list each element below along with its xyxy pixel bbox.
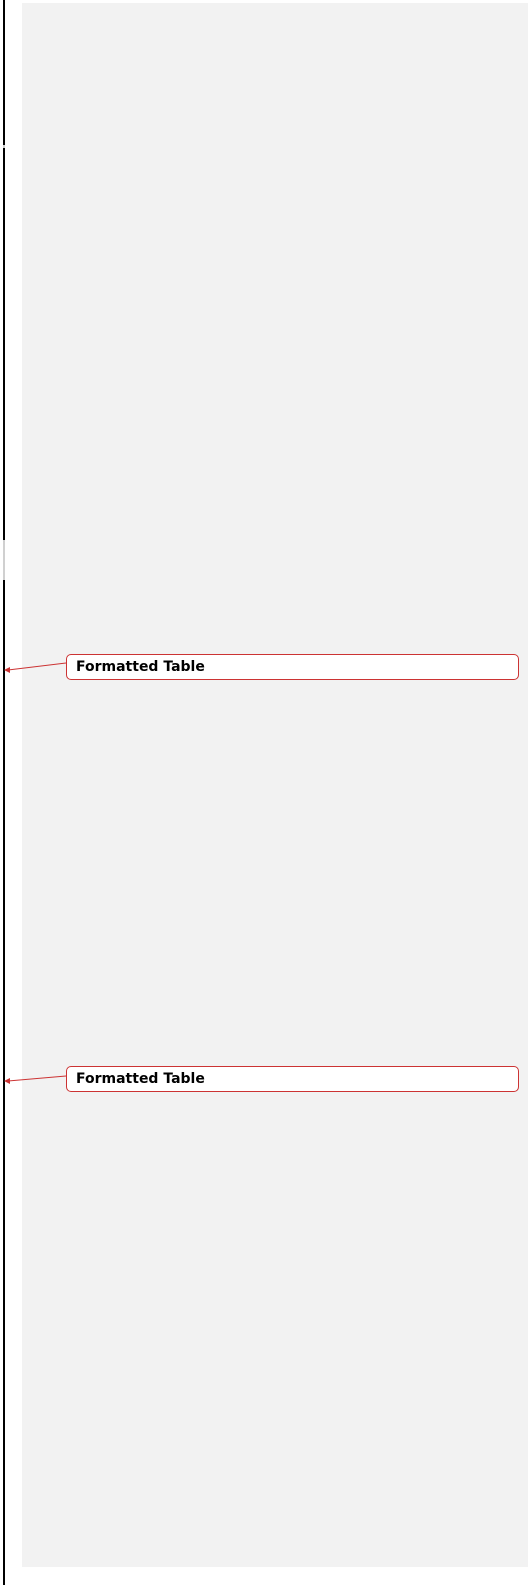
edge-marker [3, 540, 5, 580]
document-left-edge [3, 0, 5, 1585]
comment-balloon-label: Formatted Table [76, 659, 205, 675]
comment-balloon-label: Formatted Table [76, 1071, 205, 1087]
comment-balloon[interactable]: Formatted Table [66, 1066, 519, 1092]
comment-balloon[interactable]: Formatted Table [66, 654, 519, 680]
edge-marker [3, 145, 5, 148]
document-page: Formatted Table Formatted Table [0, 0, 531, 1585]
markup-pane [22, 3, 528, 1567]
